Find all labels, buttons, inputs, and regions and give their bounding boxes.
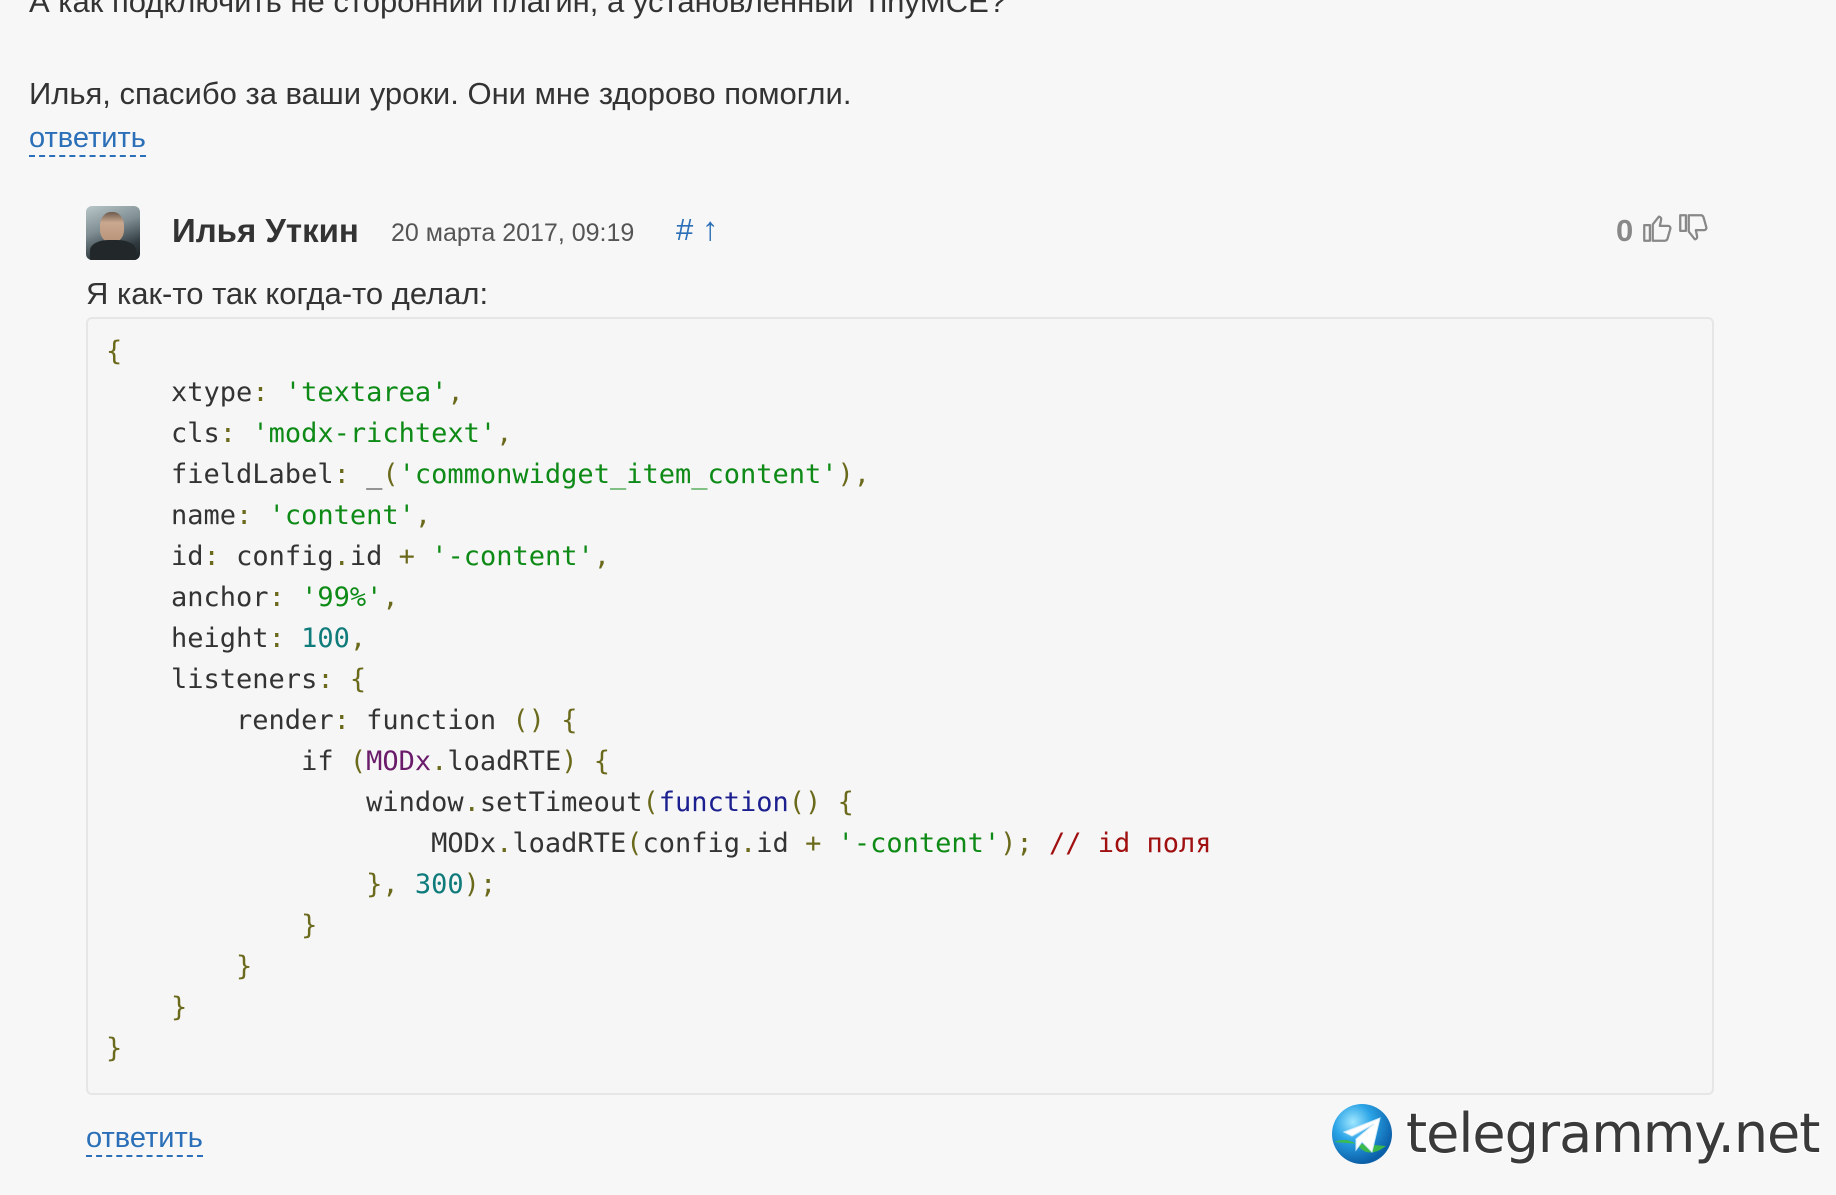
user-avatar[interactable] <box>86 206 140 260</box>
comment-header: Илья Уткин 20 марта 2017, 09:19 # ↑ 0 <box>86 206 1716 261</box>
comment-date: 20 марта 2017, 09:19 <box>391 219 635 247</box>
reply-link-comment[interactable]: ответить <box>86 1122 203 1158</box>
vote-count: 0 <box>1616 213 1634 248</box>
code-line: if (MODx.loadRTE) { <box>106 746 610 777</box>
code-line: } <box>236 951 253 982</box>
code-line: cls: 'modx-richtext', <box>106 418 513 449</box>
reply-link-previous[interactable]: ответить <box>29 122 146 158</box>
code-line: } <box>171 992 188 1023</box>
previous-comment-question: А как подключить не сторонний плагин, а … <box>29 0 1007 19</box>
code-line: id: config.id + '-content', <box>106 541 611 572</box>
comment-permalink[interactable]: # <box>676 212 693 248</box>
comment-text: Я как-то так когда-то делал: <box>86 276 489 311</box>
watermark-text: telegrammy.net <box>1405 1101 1821 1166</box>
code-line: anchor: '99%', <box>106 582 399 613</box>
code-block: { xtype: 'textarea', cls: 'modx-richtext… <box>86 317 1714 1095</box>
telegram-paper-plane-icon <box>1332 1104 1392 1164</box>
watermark: telegrammy.net <box>1330 1100 1830 1170</box>
thumb-down-icon[interactable] <box>1676 209 1710 247</box>
comment-author[interactable]: Илья Уткин <box>172 212 359 250</box>
code-line: xtype: 'textarea', <box>106 377 464 408</box>
code-line: height: 100, <box>106 623 367 654</box>
code-line: listeners: { <box>106 664 367 695</box>
thumb-up-icon[interactable] <box>1640 209 1674 247</box>
code-line: } <box>301 910 318 941</box>
code-line: name: 'content', <box>106 500 432 531</box>
code-line: render: function () { <box>106 705 578 736</box>
parent-comment-link[interactable]: ↑ <box>702 210 719 248</box>
code-line: MODx.loadRTE(config.id + '-content'); //… <box>106 828 1212 859</box>
code-line: } <box>106 1033 123 1064</box>
code-line: { <box>106 336 123 367</box>
code-line: fieldLabel: _('commonwidget_item_content… <box>106 459 871 490</box>
code-line: window.setTimeout(function() { <box>106 787 854 818</box>
vote-widget: 0 <box>1616 209 1716 249</box>
previous-comment-text: Илья, спасибо за ваши уроки. Они мне здо… <box>29 76 852 111</box>
code-line: }, 300); <box>366 869 497 900</box>
